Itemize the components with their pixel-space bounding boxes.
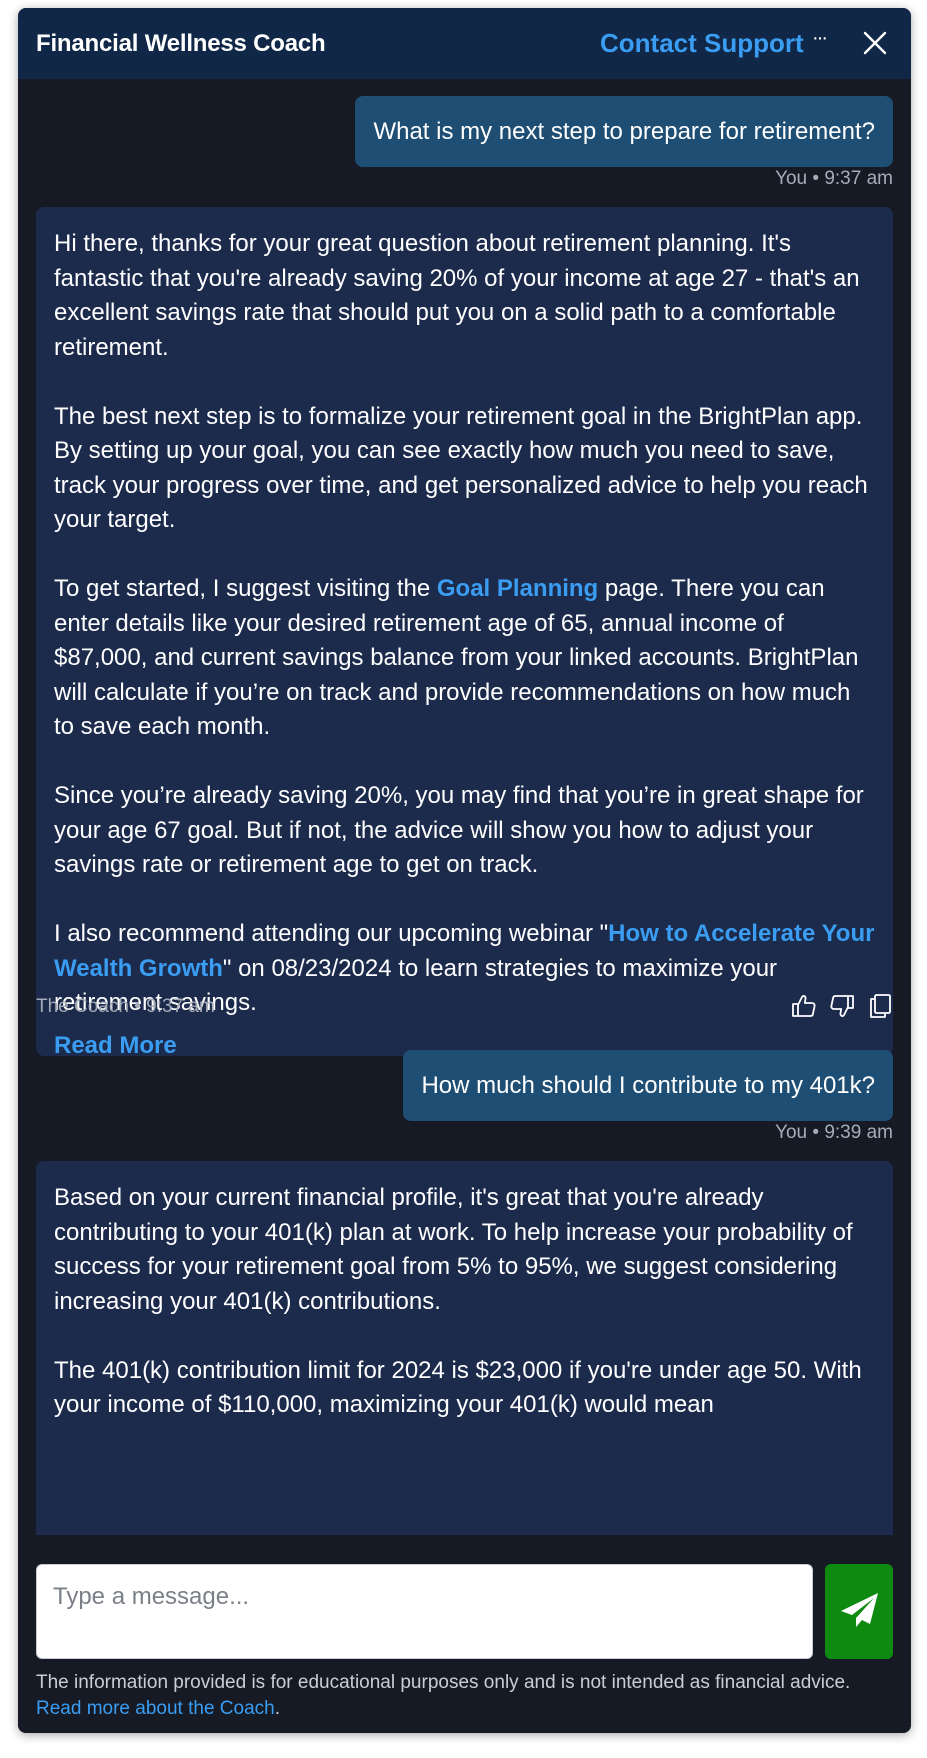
disclaimer-text: The information provided is for educatio… — [36, 1672, 851, 1693]
coach-paragraph: To get started, I suggest visiting the G… — [54, 575, 859, 740]
send-icon — [837, 1590, 881, 1633]
chat-header: Financial Wellness Coach Contact Support… — [18, 8, 911, 79]
message-meta: The Coach • 9:37 am — [36, 996, 215, 1017]
read-more-about-coach-link[interactable]: Read more about the Coach — [36, 1698, 275, 1719]
more-options-icon[interactable]: ··· — [808, 28, 830, 52]
read-more-link[interactable]: Read More — [54, 1029, 177, 1064]
thumbs-down-icon[interactable] — [829, 993, 855, 1019]
coach-message-bubble: Hi there, thanks for your great question… — [36, 207, 893, 1059]
coach-message-bubble: Based on your current financial profile,… — [36, 1161, 893, 1535]
message-input[interactable] — [36, 1564, 813, 1659]
chat-title: Financial Wellness Coach — [36, 30, 326, 57]
message-thread[interactable]: What is my next step to prepare for reti… — [18, 79, 911, 1535]
goal-planning-link[interactable]: Goal Planning — [437, 575, 598, 602]
copy-icon[interactable] — [867, 993, 893, 1019]
coach-paragraph: Since you’re already saving 20%, you may… — [54, 782, 864, 878]
send-button[interactable] — [825, 1564, 893, 1659]
coach-paragraph: The 401(k) contribution limit for 2024 i… — [54, 1356, 862, 1419]
user-message-bubble: How much should I contribute to my 401k? — [403, 1050, 893, 1121]
feedback-actions — [791, 993, 893, 1019]
user-message-text: What is my next step to prepare for reti… — [373, 117, 875, 145]
message-meta: You • 9:37 am — [775, 168, 893, 189]
user-message-text: How much should I contribute to my 401k? — [421, 1071, 875, 1099]
user-message-bubble: What is my next step to prepare for reti… — [355, 96, 893, 167]
disclaimer: The information provided is for educatio… — [36, 1672, 851, 1719]
message-meta: You • 9:39 am — [775, 1122, 893, 1143]
close-icon[interactable] — [860, 28, 890, 58]
coach-paragraph: Based on your current financial profile,… — [54, 1184, 853, 1315]
contact-support-link[interactable]: Contact Support — [600, 28, 804, 59]
coach-paragraph: Hi there, thanks for your great question… — [54, 230, 860, 361]
chat-panel: Financial Wellness Coach Contact Support… — [18, 8, 911, 1733]
thumbs-up-icon[interactable] — [791, 993, 817, 1019]
message-composer: The information provided is for educatio… — [18, 1535, 911, 1733]
coach-paragraph: The best next step is to formalize your … — [54, 402, 868, 534]
